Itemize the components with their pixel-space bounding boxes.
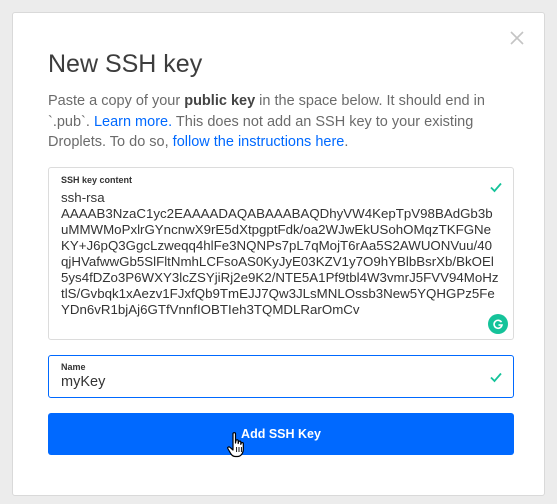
hand-pointer-cursor-icon bbox=[227, 432, 244, 458]
description-text-4: . bbox=[344, 134, 349, 150]
modal-title: New SSH key bbox=[48, 50, 203, 78]
grammarly-icon-graphic bbox=[493, 319, 503, 329]
description-bold-public-key: public key bbox=[184, 93, 256, 109]
key-name-label: Name bbox=[61, 362, 86, 372]
modal-description: Paste a copy of your public key in the s… bbox=[48, 91, 518, 153]
ssh-key-content-field[interactable]: SSH key content ssh-rsa AAAAB3NzaC1yc2EA… bbox=[48, 167, 514, 340]
learn-more-link[interactable]: Learn more. bbox=[94, 114, 172, 130]
key-name-input[interactable]: myKey bbox=[61, 374, 105, 390]
check-icon bbox=[490, 372, 502, 383]
add-ssh-key-button[interactable]: Add SSH Key bbox=[48, 413, 514, 455]
new-ssh-key-modal: New SSH key Paste a copy of your public … bbox=[12, 12, 545, 496]
check-icon bbox=[490, 182, 502, 193]
ssh-key-content-label: SSH key content bbox=[61, 175, 133, 185]
grammarly-icon[interactable] bbox=[488, 314, 508, 334]
close-icon-graphic bbox=[510, 31, 524, 45]
ssh-key-content-textarea[interactable]: ssh-rsa AAAAB3NzaC1yc2EAAAADAQABAAABAQDh… bbox=[61, 190, 499, 318]
key-name-field[interactable]: Name myKey bbox=[48, 355, 514, 398]
close-icon[interactable] bbox=[508, 29, 526, 47]
instructions-link[interactable]: follow the instructions here bbox=[173, 134, 345, 150]
description-text-1: Paste a copy of your bbox=[48, 93, 185, 109]
